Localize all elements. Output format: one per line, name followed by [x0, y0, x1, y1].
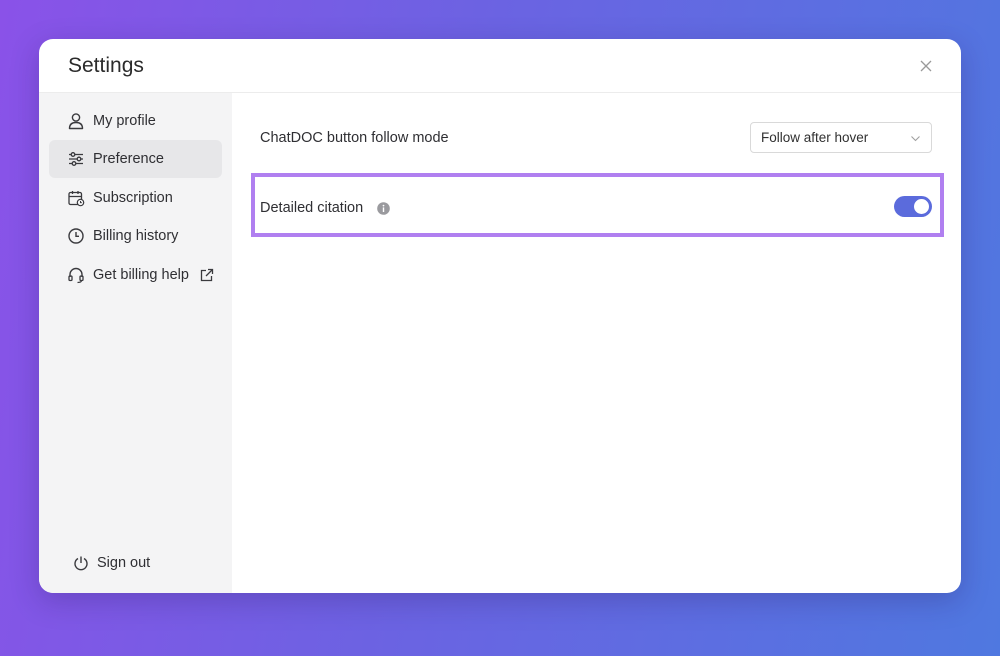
calendar-icon: [68, 191, 85, 207]
sidebar-item-preference[interactable]: Preference: [49, 140, 222, 178]
sidebar-item-subscription[interactable]: Subscription: [49, 179, 222, 217]
settings-dialog: Settings My profile Preference Subscript…: [39, 39, 961, 593]
external-link-icon: [200, 268, 214, 282]
clock-icon: [68, 228, 84, 244]
sidebar-item-billing-history[interactable]: Billing history: [49, 217, 222, 255]
sidebar-item-label: Billing history: [93, 228, 179, 244]
toggle-knob: [914, 199, 929, 214]
headset-icon: [68, 267, 84, 284]
detailed-citation-toggle[interactable]: [894, 196, 932, 217]
sidebar-item-label: Subscription: [93, 190, 173, 206]
chevron-down-icon: [911, 136, 920, 142]
detailed-citation-label: Detailed citation: [260, 200, 364, 216]
sign-out-label: Sign out: [97, 555, 151, 571]
sidebar-item-label: My profile: [93, 113, 156, 129]
follow-mode-value: Follow after hover: [761, 130, 869, 145]
user-icon: [68, 113, 84, 130]
power-icon: [74, 556, 88, 571]
follow-mode-select[interactable]: Follow after hover: [750, 122, 932, 153]
sliders-icon: [69, 152, 83, 166]
settings-sidebar: My profile Preference Subscription Billi…: [39, 93, 232, 593]
sidebar-item-get-billing-help[interactable]: Get billing help: [49, 256, 222, 294]
sidebar-item-label: Get billing help: [93, 267, 189, 283]
follow-mode-label: ChatDOC button follow mode: [260, 130, 449, 146]
info-icon[interactable]: [377, 202, 390, 215]
sidebar-item-label: Preference: [93, 151, 164, 167]
preferences-panel: ChatDOC button follow mode Follow after …: [232, 93, 961, 593]
dialog-title: Settings: [68, 54, 144, 77]
close-icon[interactable]: [917, 57, 935, 75]
sidebar-item-my-profile[interactable]: My profile: [49, 102, 222, 140]
dialog-header: Settings: [39, 39, 961, 93]
